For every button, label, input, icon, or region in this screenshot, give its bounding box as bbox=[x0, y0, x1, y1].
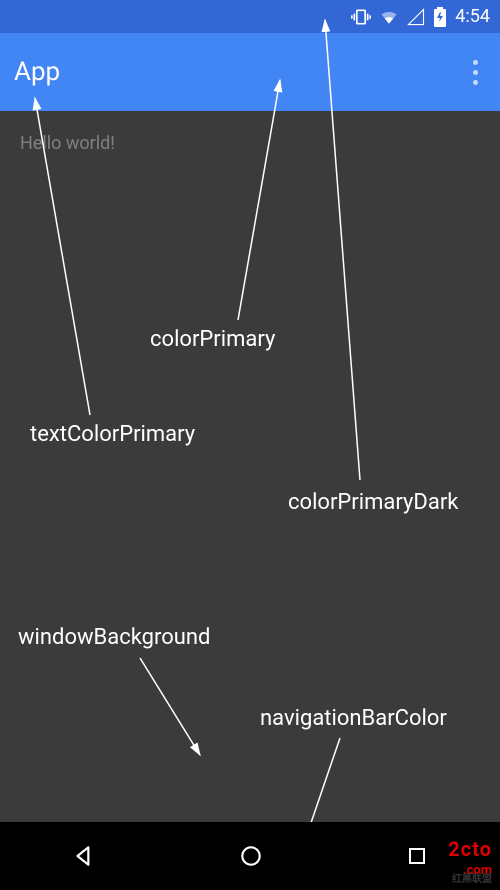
watermark-sub: 红黑联盟 bbox=[448, 875, 492, 884]
annotation-navigationBarColor: navigationBarColor bbox=[260, 706, 447, 731]
battery-charging-icon bbox=[433, 7, 447, 27]
watermark-line1: 2cto bbox=[448, 837, 492, 861]
vibrate-icon bbox=[351, 7, 371, 27]
hello-world-text: Hello world! bbox=[20, 133, 115, 154]
navigation-bar bbox=[0, 822, 500, 890]
recents-button[interactable] bbox=[395, 834, 439, 878]
wifi-icon bbox=[379, 7, 399, 27]
annotation-windowBackground: windowBackground bbox=[18, 625, 210, 650]
status-bar: 4:54 bbox=[0, 0, 500, 33]
cell-signal-icon bbox=[407, 8, 425, 26]
annotation-colorPrimaryDark: colorPrimaryDark bbox=[288, 490, 458, 515]
annotation-colorPrimary: colorPrimary bbox=[150, 327, 275, 352]
app-bar: App bbox=[0, 33, 500, 111]
watermark: 2cto .com 红黑联盟 bbox=[448, 840, 492, 884]
annotation-textColorPrimary: textColorPrimary bbox=[30, 422, 195, 447]
back-button[interactable] bbox=[61, 833, 107, 879]
status-time: 4:54 bbox=[455, 6, 490, 27]
overflow-menu-icon[interactable] bbox=[465, 52, 486, 93]
home-button[interactable] bbox=[228, 833, 274, 879]
app-title: App bbox=[14, 57, 60, 87]
